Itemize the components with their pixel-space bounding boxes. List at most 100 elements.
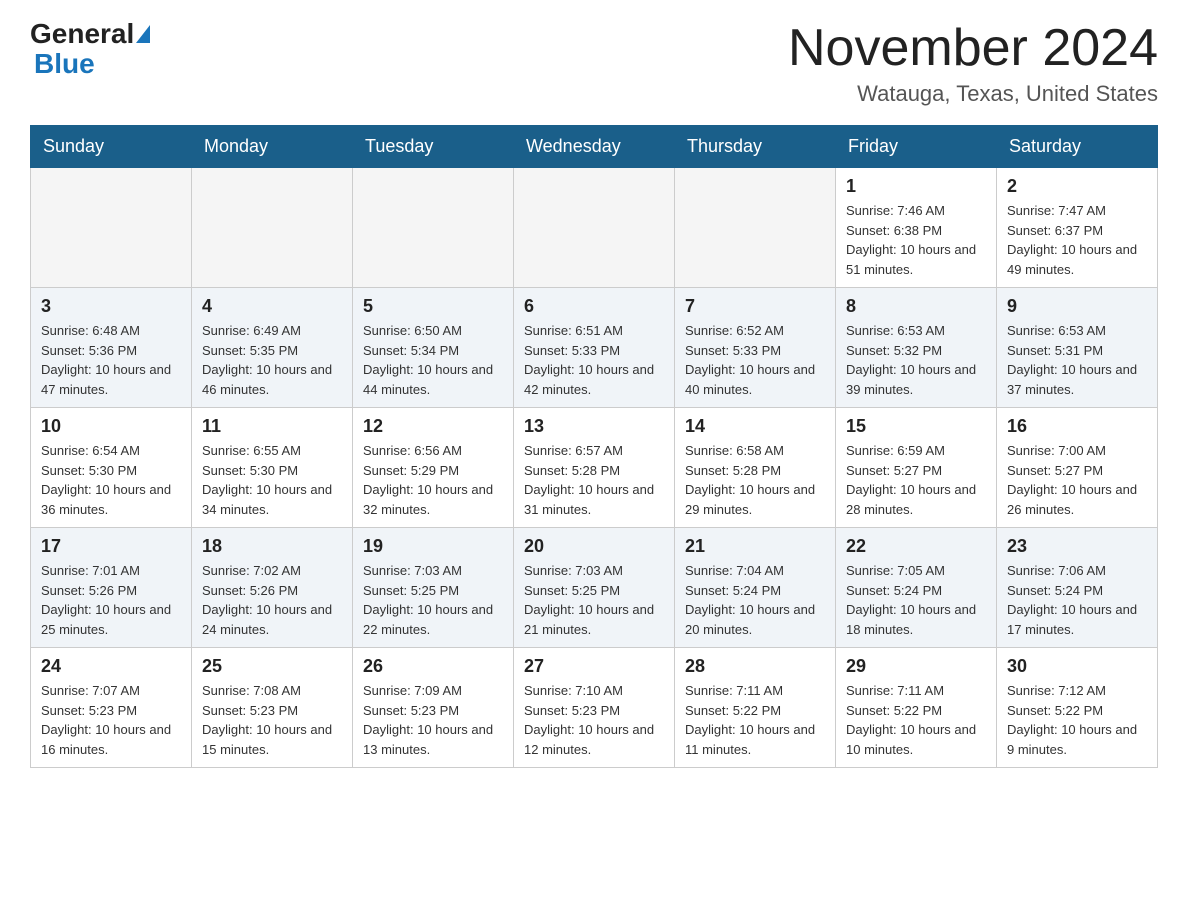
logo-area: General Blue xyxy=(30,20,152,80)
day-info: Sunrise: 6:57 AM Sunset: 5:28 PM Dayligh… xyxy=(524,441,664,519)
title-area: November 2024 Watauga, Texas, United Sta… xyxy=(788,20,1158,107)
day-info: Sunrise: 6:53 AM Sunset: 5:31 PM Dayligh… xyxy=(1007,321,1147,399)
day-number: 9 xyxy=(1007,296,1147,317)
day-info: Sunrise: 6:48 AM Sunset: 5:36 PM Dayligh… xyxy=(41,321,181,399)
logo-general-text: General xyxy=(30,20,134,48)
column-header-monday: Monday xyxy=(192,126,353,168)
location-title: Watauga, Texas, United States xyxy=(788,81,1158,107)
day-info: Sunrise: 7:47 AM Sunset: 6:37 PM Dayligh… xyxy=(1007,201,1147,279)
day-info: Sunrise: 6:52 AM Sunset: 5:33 PM Dayligh… xyxy=(685,321,825,399)
day-info: Sunrise: 7:01 AM Sunset: 5:26 PM Dayligh… xyxy=(41,561,181,639)
day-number: 10 xyxy=(41,416,181,437)
page-header: General Blue November 2024 Watauga, Texa… xyxy=(30,20,1158,107)
day-number: 11 xyxy=(202,416,342,437)
day-number: 3 xyxy=(41,296,181,317)
day-number: 1 xyxy=(846,176,986,197)
day-info: Sunrise: 6:51 AM Sunset: 5:33 PM Dayligh… xyxy=(524,321,664,399)
day-number: 17 xyxy=(41,536,181,557)
day-info: Sunrise: 7:05 AM Sunset: 5:24 PM Dayligh… xyxy=(846,561,986,639)
day-number: 23 xyxy=(1007,536,1147,557)
calendar-cell xyxy=(514,168,675,288)
day-number: 15 xyxy=(846,416,986,437)
day-info: Sunrise: 7:02 AM Sunset: 5:26 PM Dayligh… xyxy=(202,561,342,639)
calendar-cell: 12 Sunrise: 6:56 AM Sunset: 5:29 PM Dayli… xyxy=(353,408,514,528)
day-info: Sunrise: 7:03 AM Sunset: 5:25 PM Dayligh… xyxy=(524,561,664,639)
day-info: Sunrise: 7:11 AM Sunset: 5:22 PM Dayligh… xyxy=(685,681,825,759)
calendar-cell: 19 Sunrise: 7:03 AM Sunset: 5:25 PM Dayli… xyxy=(353,528,514,648)
calendar-cell: 22 Sunrise: 7:05 AM Sunset: 5:24 PM Dayli… xyxy=(836,528,997,648)
day-number: 26 xyxy=(363,656,503,677)
calendar-cell: 26 Sunrise: 7:09 AM Sunset: 5:23 PM Dayli… xyxy=(353,648,514,768)
day-number: 7 xyxy=(685,296,825,317)
day-number: 5 xyxy=(363,296,503,317)
calendar-cell: 18 Sunrise: 7:02 AM Sunset: 5:26 PM Dayli… xyxy=(192,528,353,648)
calendar-cell: 13Sunrise: 6:57 AM Sunset: 5:28 PM Dayli… xyxy=(514,408,675,528)
calendar-cell: 23 Sunrise: 7:06 AM Sunset: 5:24 PM Dayli… xyxy=(997,528,1158,648)
day-info: Sunrise: 6:54 AM Sunset: 5:30 PM Dayligh… xyxy=(41,441,181,519)
logo-blue-text: Blue xyxy=(34,48,95,79)
calendar-cell: 14Sunrise: 6:58 AM Sunset: 5:28 PM Dayli… xyxy=(675,408,836,528)
calendar-cell: 9 Sunrise: 6:53 AM Sunset: 5:31 PM Daylig… xyxy=(997,288,1158,408)
day-number: 22 xyxy=(846,536,986,557)
day-info: Sunrise: 7:46 AM Sunset: 6:38 PM Dayligh… xyxy=(846,201,986,279)
day-info: Sunrise: 6:53 AM Sunset: 5:32 PM Dayligh… xyxy=(846,321,986,399)
calendar-cell: 6 Sunrise: 6:51 AM Sunset: 5:33 PM Daylig… xyxy=(514,288,675,408)
calendar-cell xyxy=(192,168,353,288)
calendar-cell: 24 Sunrise: 7:07 AM Sunset: 5:23 PM Dayli… xyxy=(31,648,192,768)
calendar-cell: 1 Sunrise: 7:46 AM Sunset: 6:38 PM Daylig… xyxy=(836,168,997,288)
day-info: Sunrise: 6:50 AM Sunset: 5:34 PM Dayligh… xyxy=(363,321,503,399)
month-title: November 2024 xyxy=(788,20,1158,77)
calendar-cell: 11 Sunrise: 6:55 AM Sunset: 5:30 PM Dayli… xyxy=(192,408,353,528)
calendar-cell: 29Sunrise: 7:11 AM Sunset: 5:22 PM Dayli… xyxy=(836,648,997,768)
day-info: Sunrise: 6:56 AM Sunset: 5:29 PM Dayligh… xyxy=(363,441,503,519)
calendar-cell: 8 Sunrise: 6:53 AM Sunset: 5:32 PM Daylig… xyxy=(836,288,997,408)
day-info: Sunrise: 7:08 AM Sunset: 5:23 PM Dayligh… xyxy=(202,681,342,759)
column-header-wednesday: Wednesday xyxy=(514,126,675,168)
day-number: 2 xyxy=(1007,176,1147,197)
day-number: 21 xyxy=(685,536,825,557)
calendar-cell: 10 Sunrise: 6:54 AM Sunset: 5:30 PM Dayli… xyxy=(31,408,192,528)
week-row-2: 3 Sunrise: 6:48 AM Sunset: 5:36 PM Daylig… xyxy=(31,288,1158,408)
calendar-cell xyxy=(675,168,836,288)
day-number: 19 xyxy=(363,536,503,557)
week-row-5: 24 Sunrise: 7:07 AM Sunset: 5:23 PM Dayli… xyxy=(31,648,1158,768)
day-info: Sunrise: 7:06 AM Sunset: 5:24 PM Dayligh… xyxy=(1007,561,1147,639)
calendar-cell: 28 Sunrise: 7:11 AM Sunset: 5:22 PM Dayli… xyxy=(675,648,836,768)
logo-triangle-icon xyxy=(136,25,150,43)
day-info: Sunrise: 7:07 AM Sunset: 5:23 PM Dayligh… xyxy=(41,681,181,759)
day-number: 20 xyxy=(524,536,664,557)
day-number: 14 xyxy=(685,416,825,437)
day-number: 29 xyxy=(846,656,986,677)
calendar-cell: 15 Sunrise: 6:59 AM Sunset: 5:27 PM Dayli… xyxy=(836,408,997,528)
week-row-4: 17 Sunrise: 7:01 AM Sunset: 5:26 PM Dayli… xyxy=(31,528,1158,648)
day-number: 16 xyxy=(1007,416,1147,437)
calendar-cell: 25Sunrise: 7:08 AM Sunset: 5:23 PM Dayli… xyxy=(192,648,353,768)
day-number: 24 xyxy=(41,656,181,677)
day-number: 8 xyxy=(846,296,986,317)
calendar-table: SundayMondayTuesdayWednesdayThursdayFrid… xyxy=(30,125,1158,768)
day-number: 28 xyxy=(685,656,825,677)
column-header-thursday: Thursday xyxy=(675,126,836,168)
calendar-cell: 3 Sunrise: 6:48 AM Sunset: 5:36 PM Daylig… xyxy=(31,288,192,408)
day-info: Sunrise: 6:59 AM Sunset: 5:27 PM Dayligh… xyxy=(846,441,986,519)
day-number: 18 xyxy=(202,536,342,557)
day-info: Sunrise: 6:49 AM Sunset: 5:35 PM Dayligh… xyxy=(202,321,342,399)
day-info: Sunrise: 7:09 AM Sunset: 5:23 PM Dayligh… xyxy=(363,681,503,759)
calendar-cell: 5 Sunrise: 6:50 AM Sunset: 5:34 PM Daylig… xyxy=(353,288,514,408)
calendar-cell: 2 Sunrise: 7:47 AM Sunset: 6:37 PM Daylig… xyxy=(997,168,1158,288)
day-number: 4 xyxy=(202,296,342,317)
calendar-cell xyxy=(353,168,514,288)
calendar-cell: 7 Sunrise: 6:52 AM Sunset: 5:33 PM Daylig… xyxy=(675,288,836,408)
week-row-1: 1 Sunrise: 7:46 AM Sunset: 6:38 PM Daylig… xyxy=(31,168,1158,288)
day-number: 12 xyxy=(363,416,503,437)
calendar-cell: 21Sunrise: 7:04 AM Sunset: 5:24 PM Dayli… xyxy=(675,528,836,648)
day-info: Sunrise: 6:55 AM Sunset: 5:30 PM Dayligh… xyxy=(202,441,342,519)
day-number: 6 xyxy=(524,296,664,317)
column-header-friday: Friday xyxy=(836,126,997,168)
day-info: Sunrise: 7:03 AM Sunset: 5:25 PM Dayligh… xyxy=(363,561,503,639)
calendar-cell: 30Sunrise: 7:12 AM Sunset: 5:22 PM Dayli… xyxy=(997,648,1158,768)
day-info: Sunrise: 7:00 AM Sunset: 5:27 PM Dayligh… xyxy=(1007,441,1147,519)
day-number: 30 xyxy=(1007,656,1147,677)
calendar-cell xyxy=(31,168,192,288)
calendar-cell: 20 Sunrise: 7:03 AM Sunset: 5:25 PM Dayli… xyxy=(514,528,675,648)
